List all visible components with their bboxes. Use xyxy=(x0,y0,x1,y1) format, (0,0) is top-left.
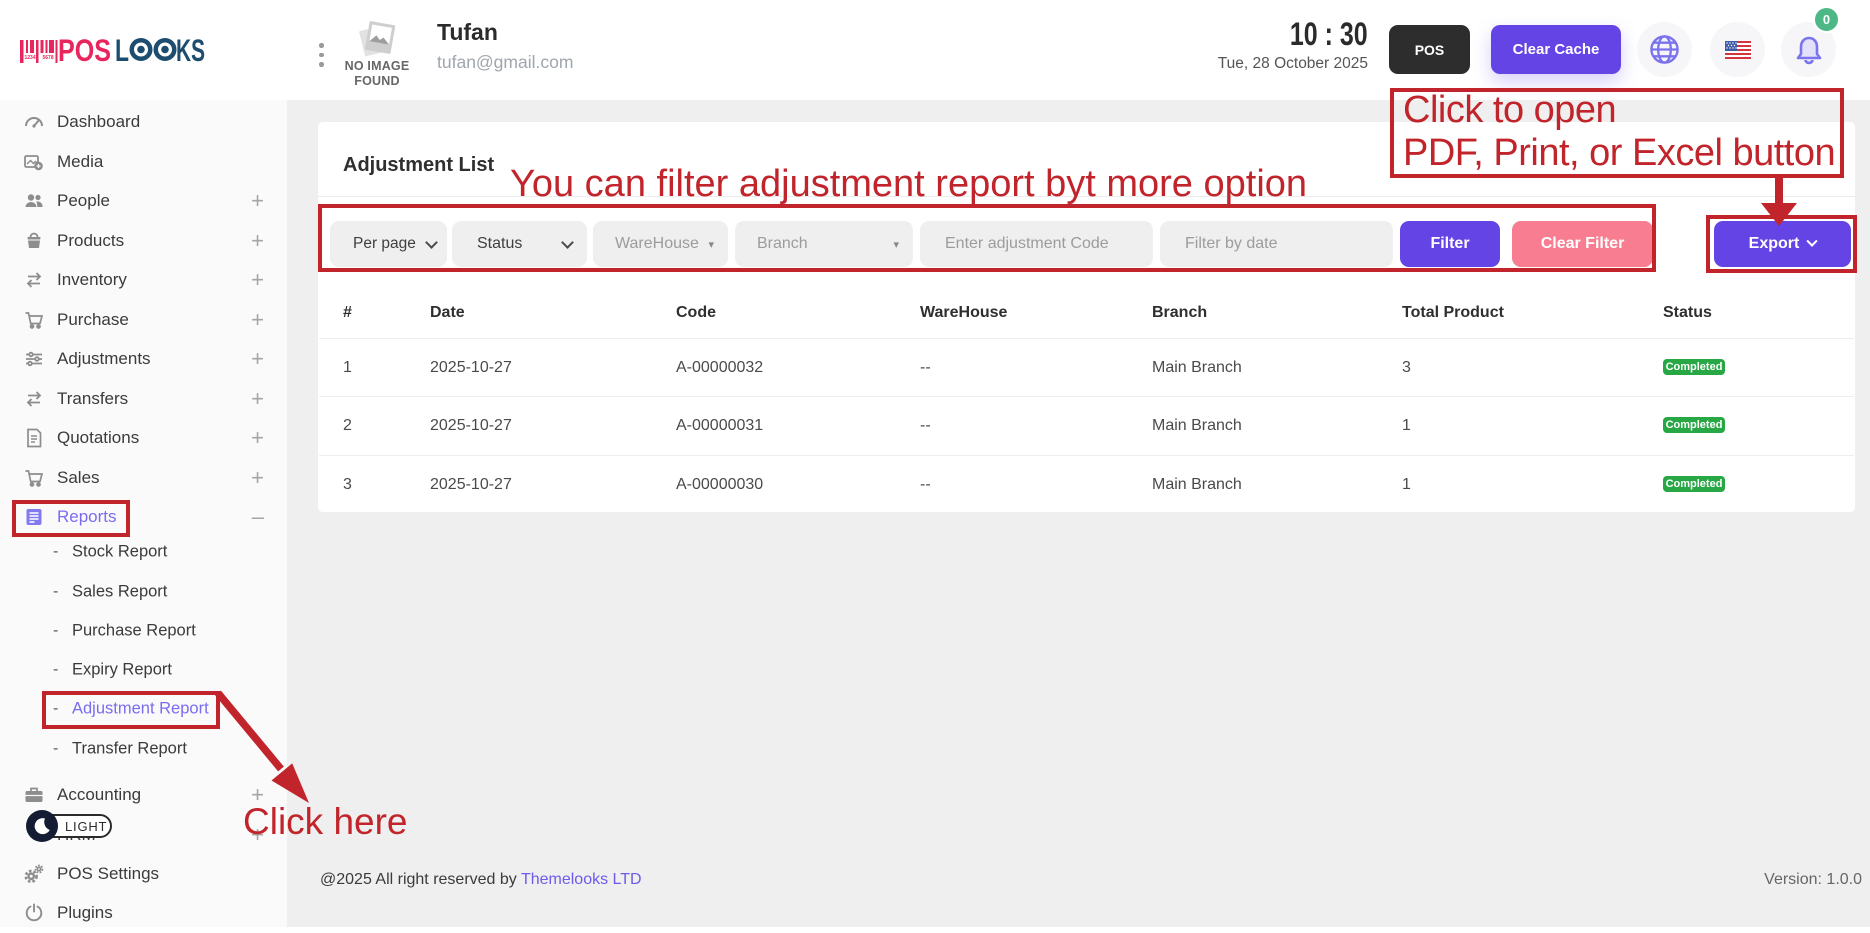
svg-text:1234: 1234 xyxy=(25,55,36,61)
svg-text:POS: POS xyxy=(58,32,111,68)
svg-text:5678: 5678 xyxy=(43,55,54,61)
svg-text:L: L xyxy=(115,32,129,68)
svg-text:KS: KS xyxy=(176,32,205,68)
